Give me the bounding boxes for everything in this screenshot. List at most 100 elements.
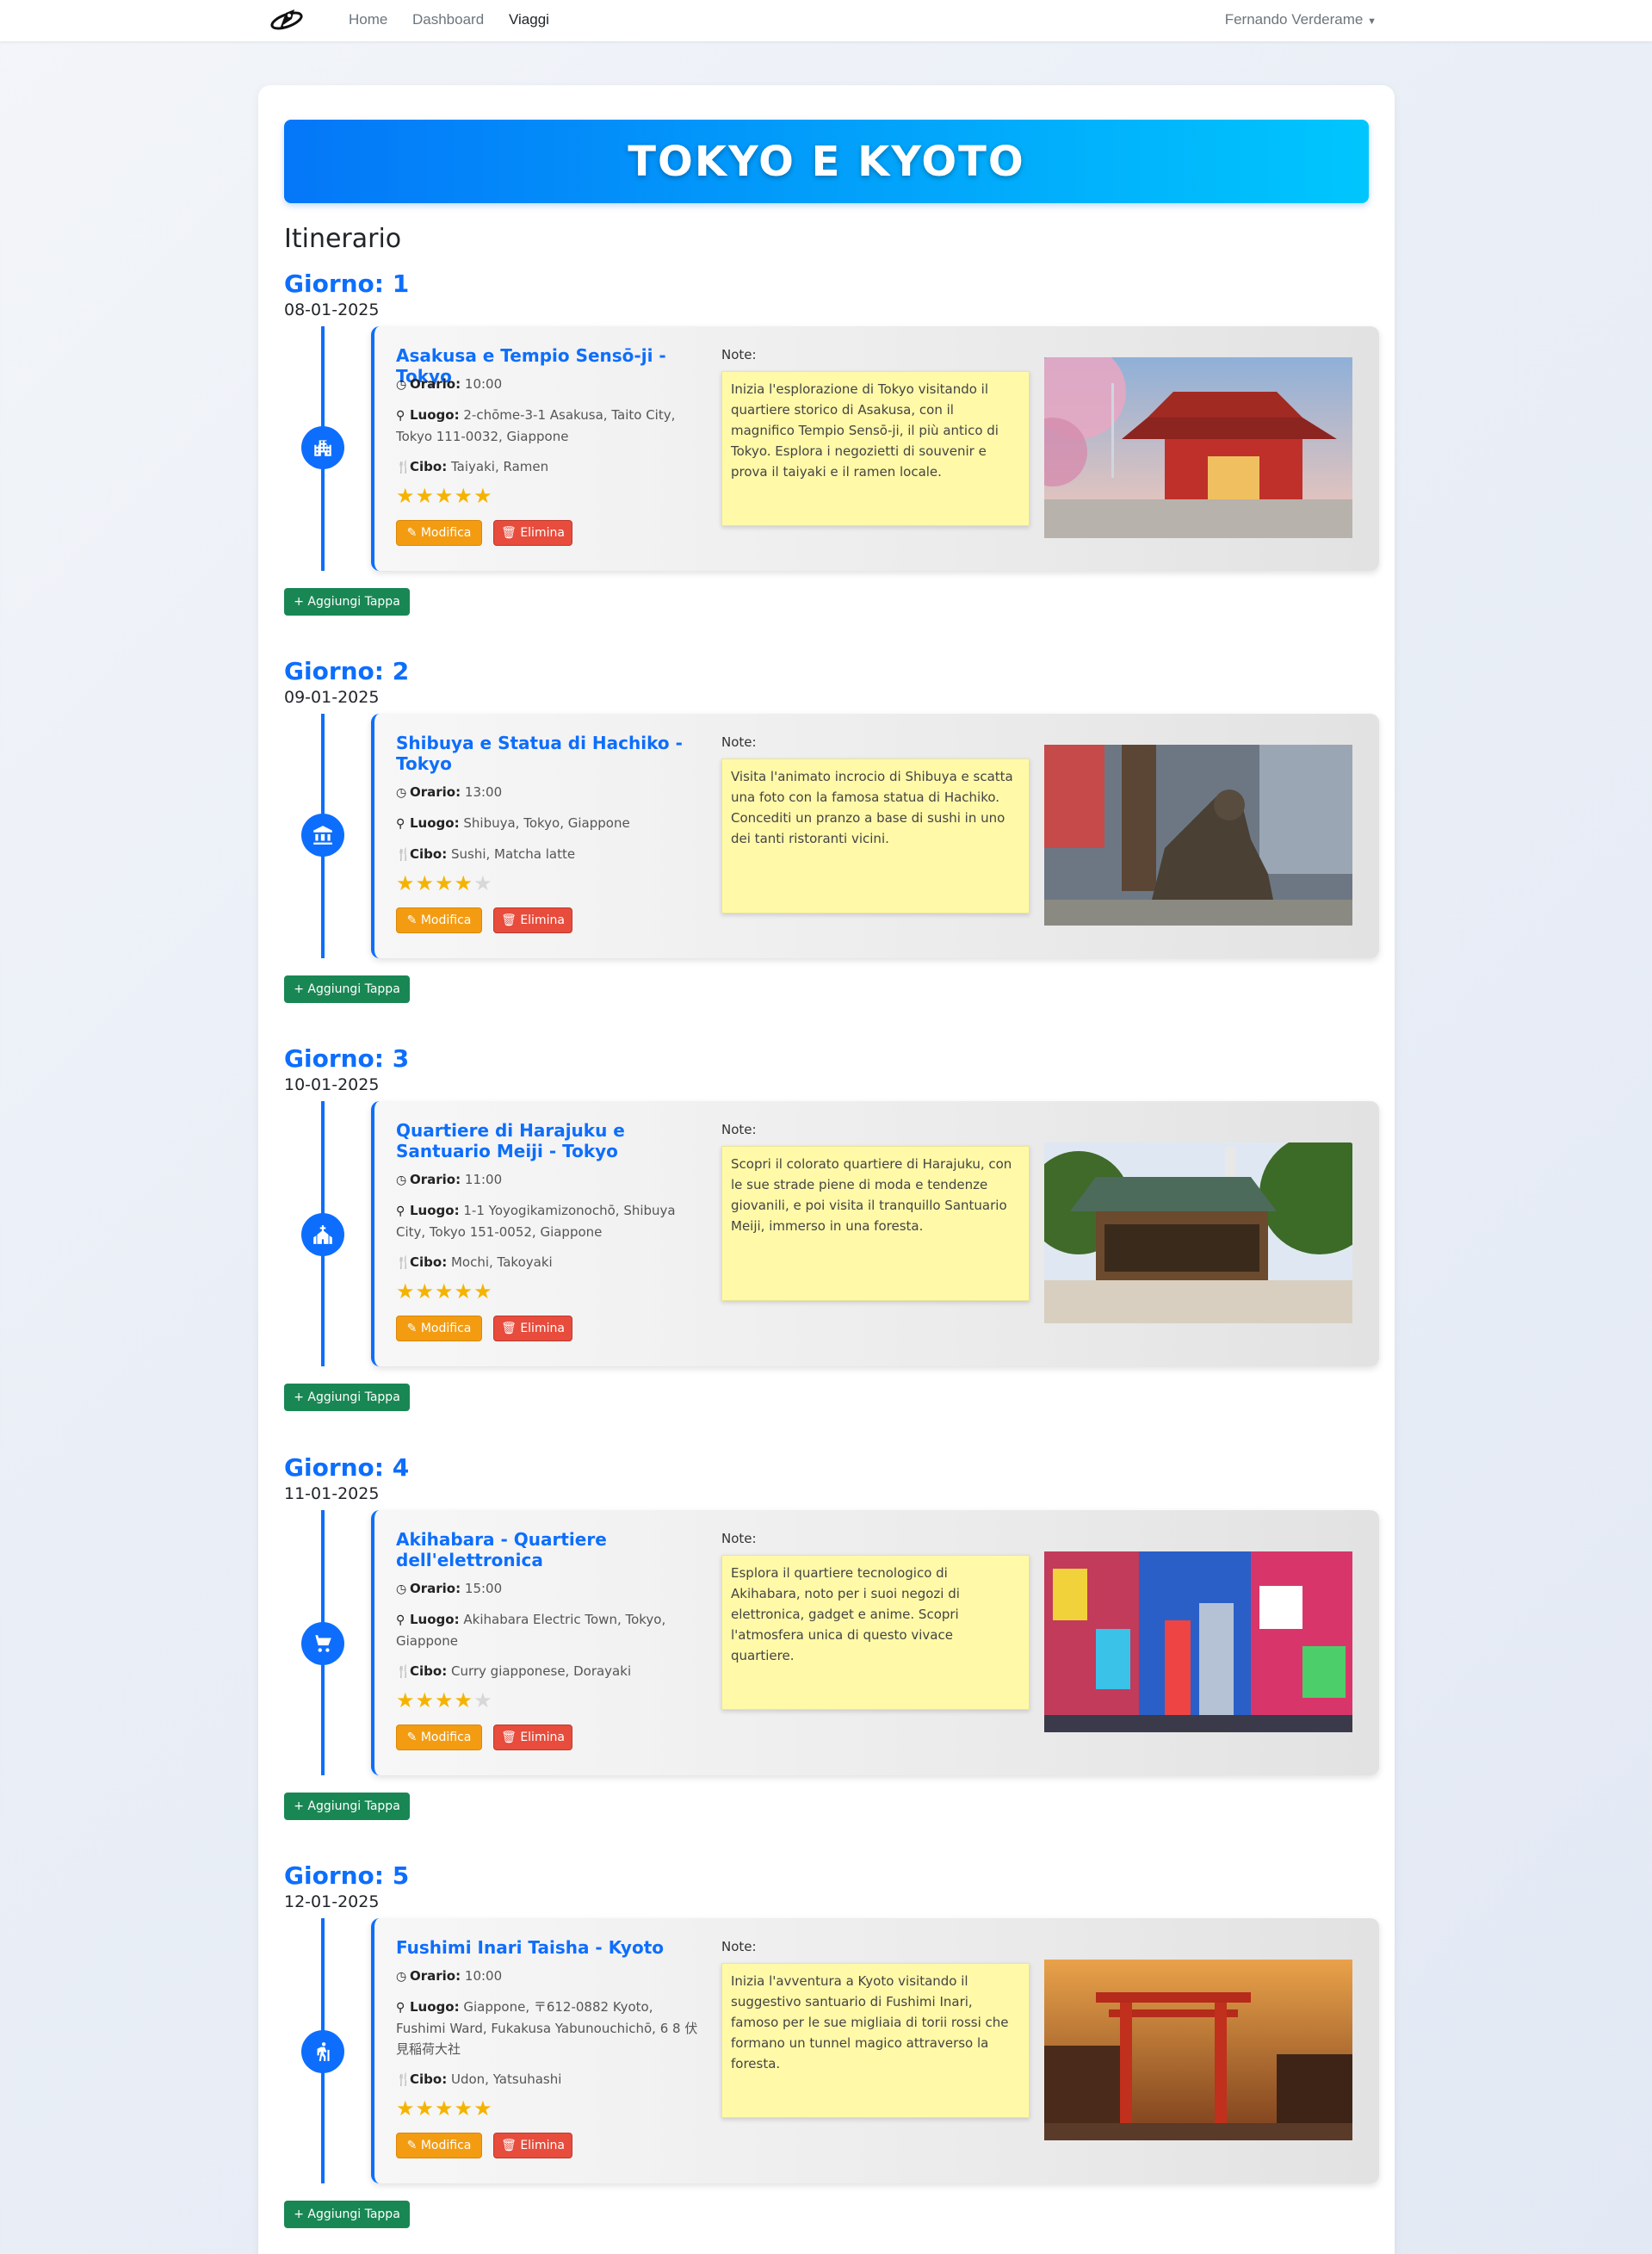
delete-button[interactable]: 🗑 Elimina	[493, 907, 572, 933]
stop-title[interactable]: Akihabara - Quartiere dell'elettronica	[396, 1529, 706, 1570]
day-date: 10-01-2025	[284, 1075, 380, 1094]
hachiko-photo	[1044, 745, 1352, 926]
stop-food: 🍴Cibo: Taiyaki, Ramen	[396, 456, 706, 478]
delete-button[interactable]: 🗑 Elimina	[493, 520, 572, 546]
edit-button[interactable]: ✎ Modifica	[396, 2133, 482, 2158]
plus-icon: +	[294, 2208, 304, 2221]
food-label: Cibo:	[410, 459, 448, 474]
stop-title[interactable]: Quartiere di Harajuku e Santuario Meiji …	[396, 1120, 706, 1161]
map-marker-icon: ⚲	[396, 1204, 405, 1218]
edit-button[interactable]: ✎ Modifica	[396, 1725, 482, 1750]
building-icon	[301, 426, 344, 469]
add-stop-label: Aggiungi Tappa	[307, 595, 400, 609]
day-title: Giorno: 4	[284, 1453, 410, 1482]
nav-link-home[interactable]: Home	[349, 11, 387, 28]
place-label: Luogo:	[410, 1612, 460, 1627]
torii-photo	[1044, 1960, 1352, 2140]
add-stop-button[interactable]: + Aggiungi Tappa	[284, 1793, 410, 1820]
nav-link-dashboard[interactable]: Dashboard	[412, 11, 484, 28]
time-value: 15:00	[464, 1581, 503, 1596]
delete-button[interactable]: 🗑 Elimina	[493, 1316, 572, 1341]
time-value: 13:00	[464, 784, 503, 800]
stop-card: Quartiere di Harajuku e Santuario Meiji …	[371, 1101, 1379, 1366]
stop-card: Shibuya e Statua di Hachiko - Tokyo ◷ Ora…	[371, 714, 1379, 958]
place-label: Luogo:	[410, 407, 460, 423]
edit-button[interactable]: ✎ Modifica	[396, 1316, 482, 1341]
note-box: Scopri il colorato quartiere di Harajuku…	[721, 1146, 1030, 1301]
place-label: Luogo:	[410, 815, 460, 831]
time-value: 10:00	[464, 376, 503, 392]
rating-stars: ★★★★★	[396, 1688, 493, 1712]
landmark-icon	[301, 814, 344, 857]
edit-label: Modifica	[420, 913, 472, 927]
time-label: Orario:	[410, 1968, 461, 1984]
utensils-icon: 🍴	[396, 2073, 411, 2087]
add-stop-label: Aggiungi Tappa	[307, 982, 400, 996]
rating-stars: ★★★★★	[396, 871, 493, 895]
clock-icon: ◷	[396, 378, 407, 392]
clock-icon: ◷	[396, 1970, 407, 1984]
plus-icon: +	[294, 595, 304, 609]
stop-card: Akihabara - Quartiere dell'elettronica ◷…	[371, 1510, 1379, 1775]
user-name: Fernando Verderame	[1224, 11, 1364, 28]
delete-label: Elimina	[520, 2139, 565, 2152]
utensils-icon: 🍴	[396, 1256, 411, 1270]
edit-button[interactable]: ✎ Modifica	[396, 907, 482, 933]
add-stop-button[interactable]: + Aggiungi Tappa	[284, 2201, 410, 2228]
add-stop-label: Aggiungi Tappa	[307, 1390, 400, 1404]
delete-label: Elimina	[520, 1322, 565, 1335]
stop-time: ◷ Orario: 10:00	[396, 374, 706, 395]
clock-icon: ◷	[396, 1173, 407, 1187]
stop-title[interactable]: Fushimi Inari Taisha - Kyoto	[396, 1937, 706, 1958]
food-value: Curry giapponese, Dorayaki	[450, 1663, 632, 1679]
shrine-photo	[1044, 1142, 1352, 1323]
caret-down-icon: ▼	[1367, 16, 1377, 27]
day-title: Giorno: 1	[284, 269, 410, 298]
time-label: Orario:	[410, 376, 461, 392]
navbar: Home Dashboard Viaggi Fernando Verderame…	[0, 0, 1652, 41]
food-label: Cibo:	[410, 2071, 448, 2087]
day-date: 11-01-2025	[284, 1484, 380, 1503]
edit-icon: ✎	[406, 526, 418, 540]
place-label: Luogo:	[410, 1203, 460, 1218]
temple-photo	[1044, 357, 1352, 538]
time-label: Orario:	[410, 784, 461, 800]
edit-button[interactable]: ✎ Modifica	[396, 520, 482, 546]
stop-place: ⚲ Luogo: 1-1 Yoyogikamizonochō, Shibuya C…	[396, 1200, 706, 1242]
trip-title: TOKYO E KYOTO	[628, 137, 1025, 186]
note-label: Note:	[721, 1122, 757, 1137]
rocket-logo-icon[interactable]	[269, 6, 305, 35]
trash-icon: 🗑	[501, 526, 517, 540]
stop-time: ◷ Orario: 15:00	[396, 1578, 706, 1600]
stop-card: Asakusa e Tempio Sensō-ji - Tokyo ◷ Orari…	[371, 326, 1379, 571]
food-value: Taiyaki, Ramen	[450, 459, 549, 474]
plus-icon: +	[294, 1799, 304, 1813]
delete-button[interactable]: 🗑 Elimina	[493, 1725, 572, 1750]
nav-link-viaggi[interactable]: Viaggi	[509, 11, 549, 28]
add-stop-button[interactable]: + Aggiungi Tappa	[284, 975, 410, 1003]
clock-icon: ◷	[396, 786, 407, 800]
map-marker-icon: ⚲	[396, 1613, 405, 1627]
stop-time: ◷ Orario: 13:00	[396, 782, 706, 803]
day-title: Giorno: 3	[284, 1044, 410, 1073]
add-stop-button[interactable]: + Aggiungi Tappa	[284, 588, 410, 616]
time-label: Orario:	[410, 1581, 461, 1596]
akihabara-photo	[1044, 1551, 1352, 1732]
food-value: Sushi, Matcha latte	[450, 846, 576, 862]
trash-icon: 🗑	[501, 913, 517, 927]
note-box: Inizia l'avventura a Kyoto visitando il …	[721, 1963, 1030, 2118]
rating-stars: ★★★★★	[396, 484, 493, 508]
add-stop-button[interactable]: + Aggiungi Tappa	[284, 1384, 410, 1411]
edit-label: Modifica	[420, 526, 472, 540]
delete-button[interactable]: 🗑 Elimina	[493, 2133, 572, 2158]
user-menu[interactable]: Fernando Verderame ▼	[1225, 11, 1377, 28]
time-label: Orario:	[410, 1172, 461, 1187]
trash-icon: 🗑	[501, 1731, 517, 1744]
note-box: Visita l'animato incrocio di Shibuya e s…	[721, 759, 1030, 913]
place-label: Luogo:	[410, 1999, 460, 2015]
edit-label: Modifica	[420, 2139, 472, 2152]
map-marker-icon: ⚲	[396, 409, 405, 423]
stop-title[interactable]: Shibuya e Statua di Hachiko - Tokyo	[396, 733, 706, 774]
stop-place: ⚲ Luogo: 2-chōme-3-1 Asakusa, Taito City,…	[396, 405, 706, 447]
edit-icon: ✎	[406, 1322, 418, 1335]
